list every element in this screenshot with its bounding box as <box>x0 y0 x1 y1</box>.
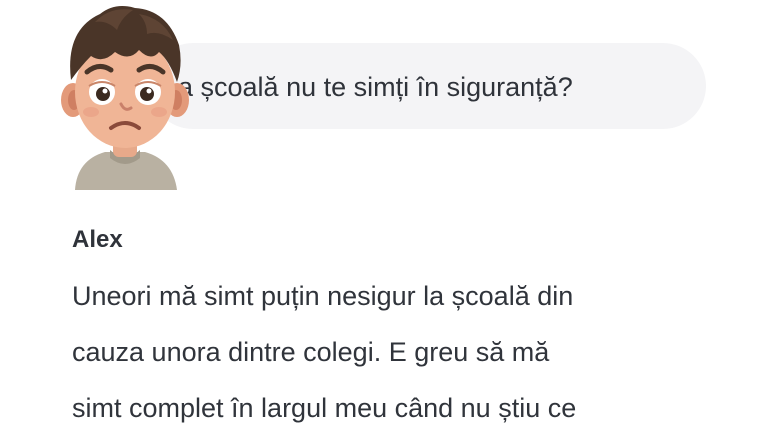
assistant-message-text: Uneori mă simt puțin nesigur la școală d… <box>72 268 732 436</box>
user-message-bubble: a școală nu te simți în siguranță? <box>150 43 706 129</box>
user-message-text: a școală nu te simți în siguranță? <box>178 72 573 102</box>
assistant-message: Alex Uneori mă simt puțin nesigur la șco… <box>72 222 732 436</box>
message-line: Uneori mă simt puțin nesigur la școală d… <box>72 281 574 311</box>
speaker-name: Alex <box>72 226 123 253</box>
message-line: cauza unora dintre colegi. E greu să mă <box>72 337 550 367</box>
message-line: simt complet în largul meu când nu știu … <box>72 393 577 423</box>
chat-screen: { "conversation": { "user_message": "a ș… <box>0 0 760 436</box>
worried-boy-avatar-icon <box>55 0 195 190</box>
